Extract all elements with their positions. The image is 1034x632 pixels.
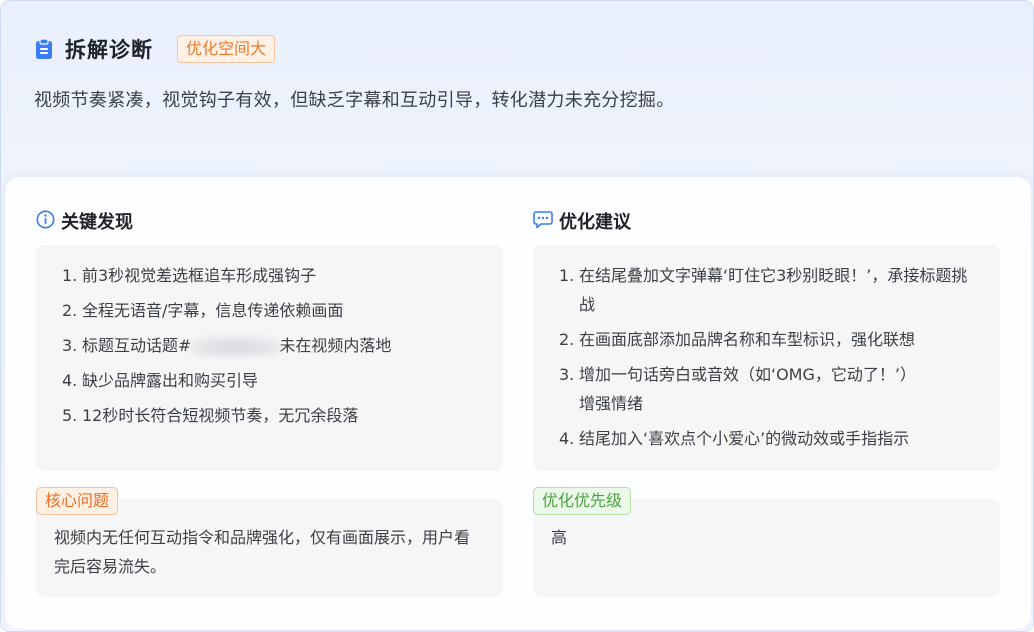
list-item: 5. 12秒时长符合短视频节奏，无冗余段落	[62, 406, 359, 425]
priority-tag: 优化优先级	[533, 487, 632, 515]
status-badge: 优化空间大	[177, 35, 276, 63]
priority-value: 高	[551, 528, 568, 547]
findings-header: 关键发现	[36, 208, 133, 234]
findings-title: 关键发现	[61, 212, 133, 233]
comment-icon	[533, 210, 553, 233]
suggestions-box: 1. 在结尾叠加文字弹幕‘盯住它3秒别眨眼！’，承接标题挑战 2. 在画面底部添…	[533, 245, 1000, 471]
list-item: 1. 前3秒视觉差选框追车形成强钩子	[62, 266, 317, 285]
list-item: 3. 标题互动话题# 未在视频内落地	[62, 331, 492, 360]
list-item: 2. 全程无语音/字幕，信息传递依赖画面	[62, 301, 344, 320]
details-panel: 关键发现 1. 前3秒视觉差选框追车形成强钩子 2. 全程无语音/字幕，信息传递…	[5, 177, 1031, 629]
header: 拆解诊断 优化空间大 视频节奏紧凑，视觉钩子有效，但缺乏字幕和互动引导，转化潜力…	[1, 1, 1033, 191]
redacted-blur	[189, 335, 282, 358]
page-title: 拆解诊断	[65, 38, 153, 62]
list-item: 4. 缺少品牌露出和购买引导	[62, 371, 259, 390]
core-issue-tag: 核心问题	[36, 487, 119, 515]
list-item: 2. 在画面底部添加品牌名称和车型标识，强化联想	[559, 330, 916, 349]
suggestions-list: 1. 在结尾叠加文字弹幕‘盯住它3秒别眨眼！’，承接标题挑战 2. 在画面底部添…	[559, 261, 973, 453]
core-issue-text: 视频内无任何互动指令和品牌强化，仅有画面展示，用户看完后容易流失。	[54, 528, 471, 576]
list-item: 1. 在结尾叠加文字弹幕‘盯住它3秒别眨眼！’，承接标题挑战	[559, 266, 968, 314]
info-icon	[36, 210, 55, 233]
findings-box: 1. 前3秒视觉差选框追车形成强钩子 2. 全程无语音/字幕，信息传递依赖画面 …	[36, 245, 503, 471]
suggestions-header: 优化建议	[533, 208, 631, 234]
list-item: 3. 增加一句话旁白或音效（如‘OMG，它动了！’）增强情绪	[559, 365, 916, 413]
title-row: 拆解诊断 优化空间大	[35, 34, 276, 64]
clipboard-icon	[35, 38, 53, 60]
list-item: 4. 结尾加入‘喜欢点个小爱心’的微动效或手指指示	[559, 429, 910, 448]
diagnosis-card: 拆解诊断 优化空间大 视频节奏紧凑，视觉钩子有效，但缺乏字幕和互动引导，转化潜力…	[0, 0, 1034, 632]
suggestions-title: 优化建议	[559, 212, 631, 233]
diagnosis-summary: 视频节奏紧凑，视觉钩子有效，但缺乏字幕和互动引导，转化潜力未充分挖掘。	[34, 90, 675, 111]
findings-list: 1. 前3秒视觉差选框追车形成强钩子 2. 全程无语音/字幕，信息传递依赖画面 …	[62, 261, 492, 430]
